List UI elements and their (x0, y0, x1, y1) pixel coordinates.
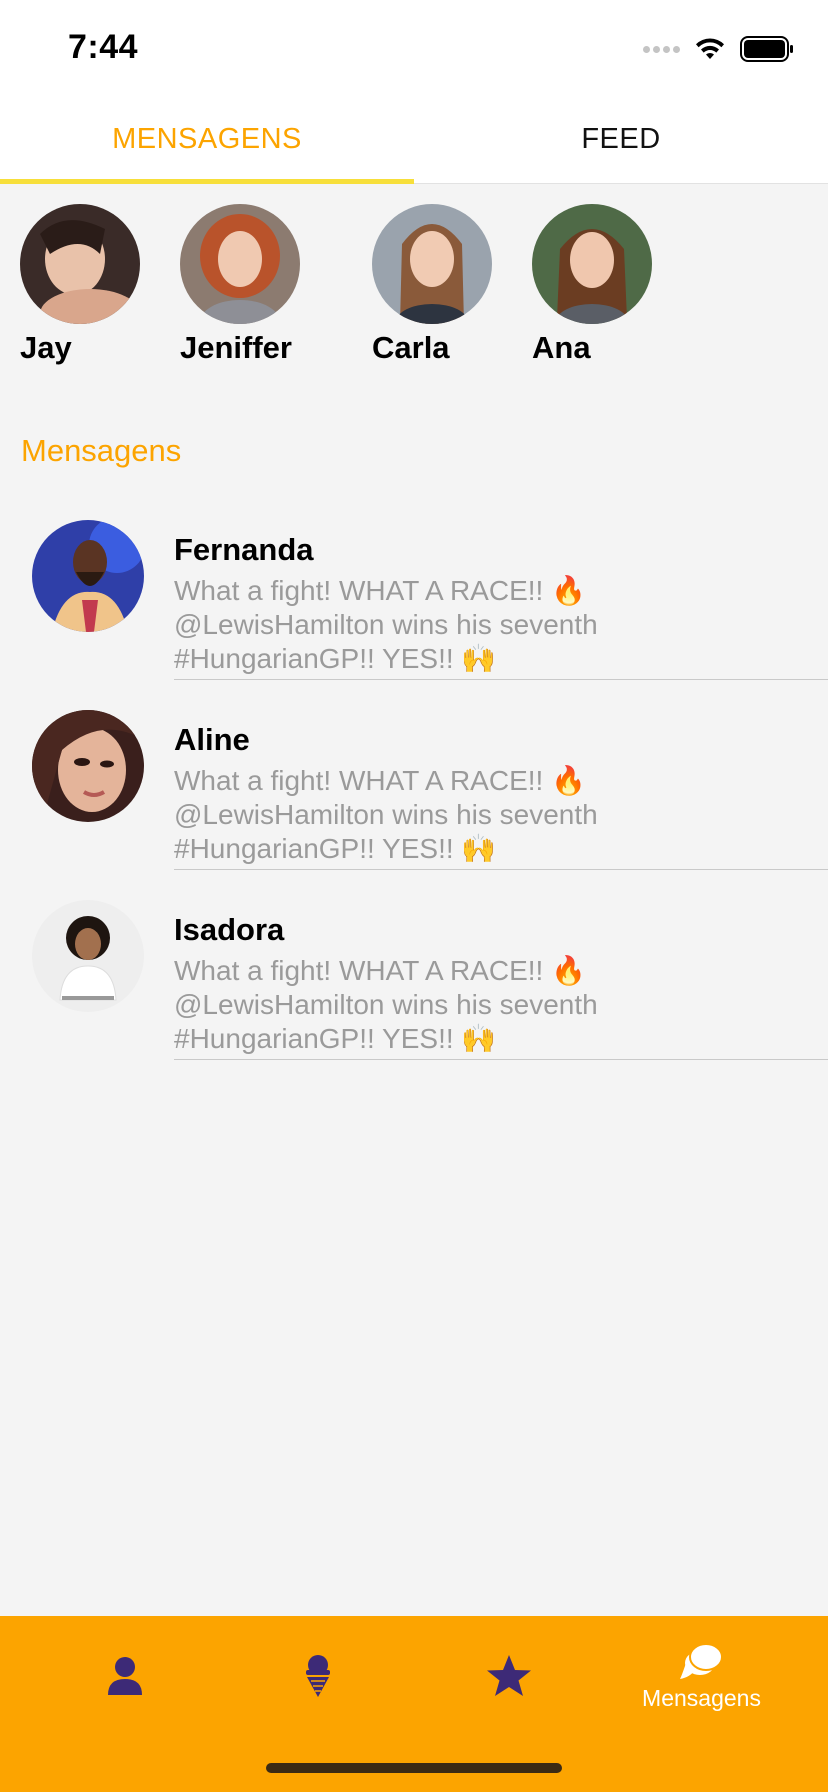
message-sender: Isadora (174, 912, 285, 947)
nav-label-mensagens: Mensagens (642, 1684, 761, 1711)
avatar (372, 204, 492, 324)
status-bar: 7:44 (0, 0, 828, 96)
person-icon (107, 1657, 142, 1695)
list-item[interactable]: Fernanda What a fight! WHAT A RACE!! 🔥 @… (0, 520, 828, 710)
avatar (532, 204, 652, 324)
message-preview: What a fight! WHAT A RACE!! 🔥 @LewisHami… (174, 765, 598, 864)
wifi-icon (696, 38, 724, 59)
top-tabs: MENSAGENS FEED (0, 96, 828, 184)
section-title: Mensagens (21, 433, 182, 468)
avatar (180, 204, 300, 324)
story-item[interactable]: Jeniffer (180, 204, 330, 366)
tab-mensagens[interactable]: MENSAGENS (0, 96, 414, 184)
star-icon (486, 1655, 531, 1696)
chat-bubbles-icon (679, 1642, 723, 1679)
avatar (32, 520, 144, 632)
message-preview: What a fight! WHAT A RACE!! 🔥 @LewisHami… (174, 575, 598, 674)
message-body: Aline What a fight! WHAT A RACE!! 🔥 @Lew… (174, 722, 828, 870)
status-time: 7:44 (68, 28, 139, 66)
avatar (32, 900, 144, 1012)
story-item[interactable]: Carla (372, 204, 522, 366)
home-indicator[interactable] (266, 1763, 562, 1773)
list-item[interactable]: Aline What a fight! WHAT A RACE!! 🔥 @Lew… (0, 710, 828, 900)
message-sender: Fernanda (174, 532, 314, 567)
tab-feed[interactable]: FEED (414, 96, 828, 183)
story-item[interactable]: Jay (20, 204, 170, 366)
battery-icon (740, 36, 793, 62)
ice-cream-icon (305, 1655, 330, 1697)
message-sender: Aline (174, 722, 250, 757)
list-item[interactable]: Isadora What a fight! WHAT A RACE!! 🔥 @L… (0, 900, 828, 1090)
message-preview: What a fight! WHAT A RACE!! 🔥 @LewisHami… (174, 955, 598, 1054)
nav-item-mensagens[interactable]: Mensagens (598, 1616, 805, 1736)
avatar (20, 204, 140, 324)
story-name: Ana (532, 330, 591, 365)
message-body: Fernanda What a fight! WHAT A RACE!! 🔥 @… (174, 532, 828, 680)
nav-item-favorites[interactable] (405, 1616, 612, 1736)
status-icons (643, 34, 794, 64)
avatar (32, 710, 144, 822)
story-item[interactable]: Ana (532, 204, 682, 366)
story-name: Jeniffer (180, 330, 292, 365)
message-body: Isadora What a fight! WHAT A RACE!! 🔥 @L… (174, 912, 828, 1060)
stories-row: Jay Jeniffer Carla Ana (0, 204, 828, 374)
story-name: Jay (20, 330, 72, 365)
story-name: Carla (372, 330, 450, 365)
nav-item-ice-cream[interactable] (214, 1616, 421, 1736)
cellular-signal-icon (643, 45, 680, 53)
nav-item-profile[interactable] (21, 1616, 228, 1736)
